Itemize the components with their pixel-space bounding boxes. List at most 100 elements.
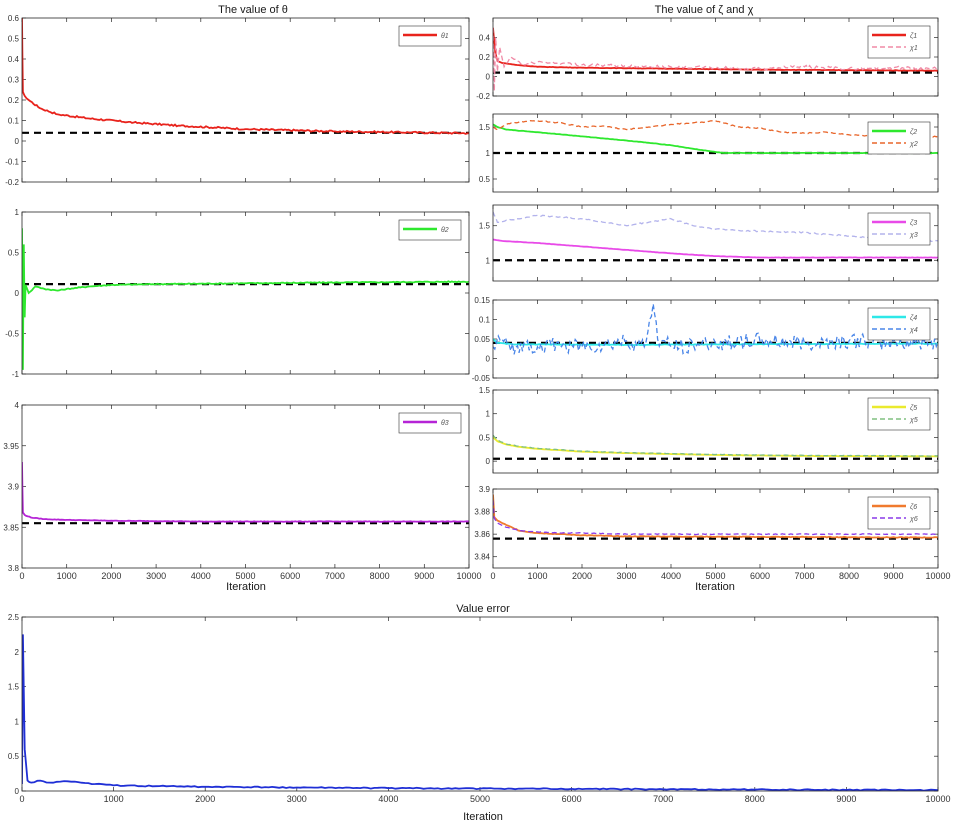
panel-zeta5: 0 0.5 1 1.5 ζ5 χ5: [479, 386, 939, 474]
legend-label: ζ6: [910, 504, 917, 511]
y-tick-label: 0.5: [479, 433, 491, 442]
x-tick-label: 10000: [456, 571, 481, 581]
y-tick-label: 1: [15, 208, 20, 217]
x-tick-label: 4000: [378, 794, 398, 804]
x-tick-label: 4000: [191, 571, 211, 581]
panel-theta1: -0.2 -0.1 0 0.1 0.2 0.3 0.4 0.5 0.6 θ1: [5, 14, 470, 187]
plot-area: [22, 617, 938, 791]
x-tick-label: 10000: [925, 571, 950, 581]
y-tick-label: 0.4: [8, 55, 20, 64]
legend-label: ζ3: [910, 220, 917, 227]
panels: -0.2 -0.1 0 0.1 0.2 0.3 0.4 0.5 0.6 θ1 -1 -0.5 0 0.5 1…: [3, 14, 950, 804]
legend-label: ζ1: [910, 33, 917, 40]
y-tick-label: 3.8: [8, 564, 20, 573]
y-tick-label: 0.6: [8, 14, 20, 23]
y-tick-label: -0.05: [472, 374, 491, 383]
y-tick-label: 0.05: [474, 335, 490, 344]
error-xlabel: Iteration: [463, 811, 503, 823]
y-tick-label: 1: [486, 149, 491, 158]
x-tick-label: 6000: [750, 571, 770, 581]
y-tick-label: 0.2: [479, 53, 491, 62]
theta-column-title: The value of θ: [218, 4, 288, 16]
x-tick-label: 3000: [146, 571, 166, 581]
legend-box: [867, 307, 931, 341]
panel-zeta6: 3.84 3.86 3.88 3.9 0 1000 2000 3000 4000 5000 6000…: [474, 485, 950, 581]
x-tick-label: 5000: [705, 571, 725, 581]
x-tick-label: 8000: [839, 571, 859, 581]
legend-box: [867, 121, 931, 155]
x-tick-label: 5000: [470, 794, 490, 804]
y-tick-label: 0.15: [474, 296, 490, 305]
y-tick-label: 3.84: [474, 553, 490, 562]
x-tick-label: 10000: [925, 794, 950, 804]
y-tick-label: 2: [15, 648, 20, 657]
legend-label: ζ5: [910, 405, 917, 412]
y-tick-label: 0.2: [8, 96, 20, 105]
figure: The value of θ The value of ζ and χ Valu…: [3, 4, 950, 823]
y-tick-label: -1: [12, 370, 20, 379]
legend-label: θ1: [441, 33, 449, 40]
legend-box: [867, 496, 931, 530]
x-tick-label: 0: [19, 571, 24, 581]
legend-box: [867, 397, 931, 431]
legend-label: θ3: [441, 420, 449, 427]
y-tick-label: 1.5: [8, 683, 20, 692]
panel-error: 00.511.522.50 1000 2000 3000 4000 5000 6000 700…: [8, 613, 951, 804]
x-tick-label: 1000: [527, 571, 547, 581]
y-tick-label: 0.5: [8, 752, 20, 761]
x-tick-label: 2000: [572, 571, 592, 581]
x-tick-label: 5000: [235, 571, 255, 581]
x-tick-label: 0: [490, 571, 495, 581]
x-tick-label: 9000: [414, 571, 434, 581]
y-tick-label: 0.5: [479, 175, 491, 184]
theta-xlabel: Iteration: [226, 581, 266, 593]
y-tick-label: 0: [486, 457, 491, 466]
legend-box: [867, 212, 931, 246]
x-tick-label: 4000: [661, 571, 681, 581]
y-tick-label: 0: [15, 137, 20, 146]
panel-zeta3: 1 1.5 ζ3 χ3: [479, 204, 939, 282]
legend-label: ζ2: [910, 129, 917, 136]
value-error-title: Value error: [456, 603, 510, 615]
x-tick-label: 3000: [616, 571, 636, 581]
legend-label: χ1: [909, 45, 918, 52]
y-tick-label: 1: [486, 256, 491, 265]
y-tick-label: 0.1: [8, 117, 20, 126]
y-tick-label: 3.85: [3, 523, 19, 532]
y-tick-label: -0.1: [5, 158, 19, 167]
x-tick-label: 8000: [745, 794, 765, 804]
y-tick-label: -0.2: [5, 178, 19, 187]
x-tick-label: 9000: [836, 794, 856, 804]
x-tick-label: 6000: [562, 794, 582, 804]
y-tick-label: 3.9: [479, 485, 491, 494]
legend-label: χ5: [909, 417, 918, 424]
y-tick-label: 3.9: [8, 483, 20, 492]
panel-theta3: 3.8 3.85 3.9 3.95 4 0 1000 2000 3000 4000 5000 6000…: [3, 401, 481, 581]
y-tick-label: 0: [486, 73, 491, 82]
panel-zeta1: -0.2 0 0.2 0.4 ζ1 χ1: [476, 17, 939, 101]
y-tick-label: 1.5: [479, 386, 491, 395]
legend-box: [867, 25, 931, 59]
zeta-xlabel: Iteration: [695, 581, 735, 593]
y-tick-label: 1.5: [479, 222, 491, 231]
x-tick-label: 8000: [370, 571, 390, 581]
x-tick-label: 9000: [883, 571, 903, 581]
panel-zeta4: -0.05 0 0.05 0.1 0.15 ζ4 χ4: [472, 296, 939, 383]
y-tick-label: 0.5: [8, 249, 20, 258]
legend-label: χ6: [909, 516, 918, 523]
y-tick-label: 3.95: [3, 442, 19, 451]
y-tick-label: 0: [486, 355, 491, 364]
x-tick-label: 7000: [653, 794, 673, 804]
y-tick-label: 1: [15, 717, 20, 726]
x-tick-label: 2000: [101, 571, 121, 581]
x-tick-label: 7000: [325, 571, 345, 581]
legend-label: χ4: [909, 327, 918, 334]
panel-theta2: -1 -0.5 0 0.5 1 θ2: [5, 208, 470, 379]
y-tick-label: -0.2: [476, 92, 490, 101]
x-tick-label: 2000: [195, 794, 215, 804]
y-tick-label: 2.5: [8, 613, 20, 622]
y-tick-label: 0: [15, 289, 20, 298]
x-tick-label: 1000: [57, 571, 77, 581]
y-tick-label: 1.5: [479, 123, 491, 132]
x-tick-label: 1000: [104, 794, 124, 804]
